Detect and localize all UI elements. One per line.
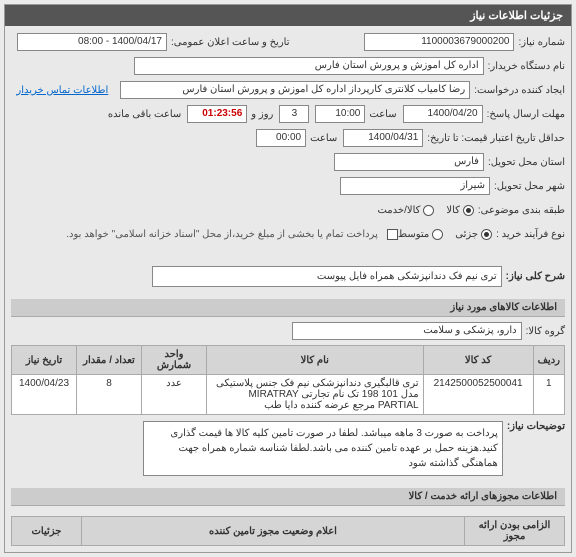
th-details: جزئیات <box>12 517 82 546</box>
days-remaining-field: 3 <box>279 105 309 123</box>
process-radio-group: جزئی متوسط <box>398 229 492 240</box>
td-unit: عدد <box>142 375 207 415</box>
credit-valid-time-field: 00:00 <box>256 129 306 147</box>
th-code: کد کالا <box>423 346 533 375</box>
panel-title: جزئیات اطلاعات نیاز <box>5 5 571 26</box>
time-label-2: ساعت <box>310 133 337 144</box>
table-header-row: ردیف کد کالا نام کالا واحد شمارش تعداد /… <box>12 346 565 375</box>
bottom-strip-table: الزامی بودن ارائه مجوز اعلام وضعیت مجوز … <box>11 516 565 546</box>
partial-payment-checkbox[interactable] <box>387 229 398 240</box>
need-details-panel: جزئیات اطلاعات نیاز شماره نیاز: 11000036… <box>4 4 572 553</box>
process-small-label: جزئی <box>455 229 478 240</box>
row-goods-group: گروه کالا: دارو، پزشکی و سلامت <box>11 321 565 341</box>
td-row: 1 <box>533 375 564 415</box>
category-service-option[interactable]: کالا/خدمت <box>377 205 434 216</box>
general-desc-field: تری نیم فک دندانپزشکی همراه فایل پیوست <box>152 266 502 287</box>
row-buyer-agency: نام دستگاه خریدار: اداره کل اموزش و پرور… <box>11 56 565 76</box>
category-goods-label: کالا <box>446 205 460 216</box>
credit-valid-date-field: 1400/04/31 <box>343 129 423 147</box>
td-code: 2142500052500041 <box>423 375 533 415</box>
th-row: ردیف <box>533 346 564 375</box>
radio-unchecked-icon <box>423 205 434 216</box>
credit-valid-label: حداقل تاریخ اعتبار قیمت: تا تاریخ: <box>427 133 565 144</box>
need-number-label: شماره نیاز: <box>518 37 565 48</box>
remarks-field: پرداخت به صورت 3 ماهه میباشد. لطفا در صو… <box>143 421 503 476</box>
th-name: نام کالا <box>207 346 424 375</box>
contact-buyer-link[interactable]: اطلاعات تماس خریدار <box>16 85 108 96</box>
bottom-header-row: الزامی بودن ارائه مجوز اعلام وضعیت مجوز … <box>12 517 565 546</box>
public-date-label: تاریخ و ساعت اعلان عمومی: <box>171 37 290 48</box>
row-city: شهر محل تحویل: شیراز <box>11 176 565 196</box>
category-label: طبقه بندی موضوعی: <box>478 205 565 216</box>
deadline-label: مهلت ارسال پاسخ: <box>487 109 565 120</box>
buyer-agency-label: نام دستگاه خریدار: <box>488 61 565 72</box>
province-label: استان محل تحویل: <box>488 157 565 168</box>
deadline-time-field: 10:00 <box>315 105 365 123</box>
row-credit-validity: حداقل تاریخ اعتبار قیمت: تا تاریخ: 1400/… <box>11 128 565 148</box>
category-service-label: کالا/خدمت <box>377 205 420 216</box>
city-label: شهر محل تحویل: <box>494 181 565 192</box>
need-number-field: 1100003679000200 <box>364 33 514 51</box>
public-date-field: 1400/04/17 - 08:00 <box>17 33 167 51</box>
th-unit: واحد شمارش <box>142 346 207 375</box>
row-remarks: توضیحات نیاز: پرداخت به صورت 3 ماهه میبا… <box>11 421 565 476</box>
goods-group-field: دارو، پزشکی و سلامت <box>292 322 522 340</box>
process-label: نوع فرآیند خرید : <box>496 229 565 240</box>
radio-unchecked-icon <box>432 229 443 240</box>
remaining-label: ساعت باقی مانده <box>108 109 181 120</box>
time-remaining-field: 01:23:56 <box>187 105 247 123</box>
td-qty: 8 <box>77 375 142 415</box>
goods-section-header: اطلاعات کالاهای مورد نیاز <box>11 299 565 317</box>
buyer-agency-field: اداره کل اموزش و پرورش استان فارس <box>134 57 484 75</box>
row-requester: ایجاد کننده درخواست: رضا کامیاب کلانتری … <box>11 80 565 100</box>
days-label: روز و <box>251 109 273 120</box>
row-province: استان محل تحویل: فارس <box>11 152 565 172</box>
th-qty: تعداد / مقدار <box>77 346 142 375</box>
row-process: نوع فرآیند خرید : جزئی متوسط پرداخت تمام… <box>11 224 565 244</box>
td-date: 1400/04/23 <box>12 375 77 415</box>
row-deadline: مهلت ارسال پاسخ: 1400/04/20 ساعت 10:00 3… <box>11 104 565 124</box>
process-medium-option[interactable]: متوسط <box>398 229 443 240</box>
general-desc-label: شرح کلی نیاز: <box>506 271 565 282</box>
deadline-date-field: 1400/04/20 <box>403 105 483 123</box>
th-supplier-status: اعلام وضعیت مجوز تامین کننده <box>82 517 465 546</box>
radio-checked-icon <box>463 205 474 216</box>
panel-body: شماره نیاز: 1100003679000200 تاریخ و ساع… <box>5 26 571 552</box>
partial-payment-note: پرداخت تمام یا بخشی از مبلغ خرید،از محل … <box>66 229 378 240</box>
process-small-option[interactable]: جزئی <box>455 229 492 240</box>
goods-table: ردیف کد کالا نام کالا واحد شمارش تعداد /… <box>11 345 565 415</box>
requester-field: رضا کامیاب کلانتری کارپرداز اداره کل امو… <box>120 81 470 99</box>
category-goods-option[interactable]: کالا <box>446 205 474 216</box>
th-date: تاریخ نیاز <box>12 346 77 375</box>
city-field: شیراز <box>340 177 490 195</box>
category-radio-group: کالا کالا/خدمت <box>377 205 473 216</box>
remarks-label: توضیحات نیاز: <box>507 421 565 432</box>
row-general-desc: شرح کلی نیاز: تری نیم فک دندانپزشکی همرا… <box>11 266 565 287</box>
row-need-number: شماره نیاز: 1100003679000200 تاریخ و ساع… <box>11 32 565 52</box>
td-name: تری قالبگیری دندانپزشکی نیم فک جنس پلاست… <box>207 375 424 415</box>
th-mandatory: الزامی بودن ارائه مجوز <box>465 517 565 546</box>
time-label-1: ساعت <box>369 109 396 120</box>
goods-group-label: گروه کالا: <box>526 326 565 337</box>
table-row[interactable]: 1 2142500052500041 تری قالبگیری دندانپزش… <box>12 375 565 415</box>
process-medium-label: متوسط <box>398 229 429 240</box>
row-category: طبقه بندی موضوعی: کالا کالا/خدمت <box>11 200 565 220</box>
province-field: فارس <box>334 153 484 171</box>
radio-checked-icon <box>481 229 492 240</box>
requester-label: ایجاد کننده درخواست: <box>474 85 565 96</box>
permits-section-header: اطلاعات مجوزهای ارائه خدمت / کالا <box>11 488 565 506</box>
